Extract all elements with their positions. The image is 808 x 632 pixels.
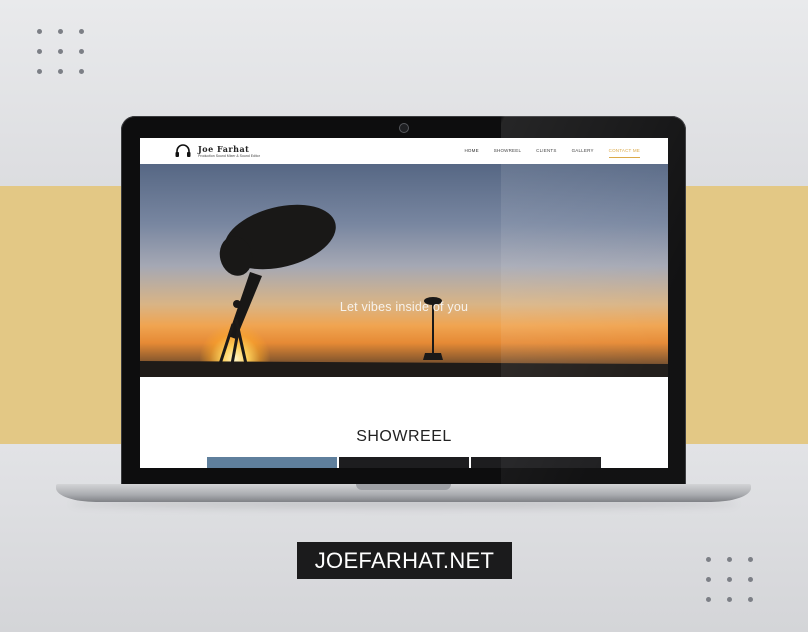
laptop-base: [56, 484, 751, 502]
nav-item-gallery[interactable]: GALLERY: [572, 148, 594, 158]
site-header: Joe Farhat Production Sound Mixer & Soun…: [140, 138, 668, 164]
video-thumbnail[interactable]: [339, 457, 469, 468]
nav-menu: HOME SHOWREEL CLIENTS GALLERY CONTACT ME: [464, 148, 640, 158]
section-title: SHOWREEL: [356, 428, 452, 445]
nav-item-home[interactable]: HOME: [464, 148, 478, 158]
logo-name[interactable]: Joe Farhat: [198, 144, 249, 154]
website-url-badge: JOEFARHAT.NET: [297, 542, 512, 579]
laptop-notch: [356, 484, 451, 490]
decorative-dot-grid: [706, 557, 754, 602]
nav-item-showreel[interactable]: SHOWREEL: [494, 148, 521, 158]
boom-microphone-silhouette: [140, 204, 668, 377]
video-thumbnail[interactable]: [207, 457, 337, 468]
laptop-screen: Joe Farhat Production Sound Mixer & Soun…: [121, 116, 686, 486]
website-preview: Joe Farhat Production Sound Mixer & Soun…: [140, 138, 668, 468]
nav-item-clients[interactable]: CLIENTS: [536, 148, 556, 158]
nav-item-contact[interactable]: CONTACT ME: [608, 148, 640, 158]
camera-icon: [399, 123, 409, 133]
video-thumbnails: [207, 457, 601, 468]
video-thumbnail[interactable]: [471, 457, 601, 468]
logo-subtitle: Production Sound Mixer & Sound Editor: [198, 154, 260, 158]
hero-tagline: Let vibes inside of you: [339, 300, 469, 314]
decorative-dot-grid: [37, 29, 85, 74]
hero-banner: Let vibes inside of you: [140, 164, 668, 377]
headphones-logo-icon: [175, 144, 191, 157]
